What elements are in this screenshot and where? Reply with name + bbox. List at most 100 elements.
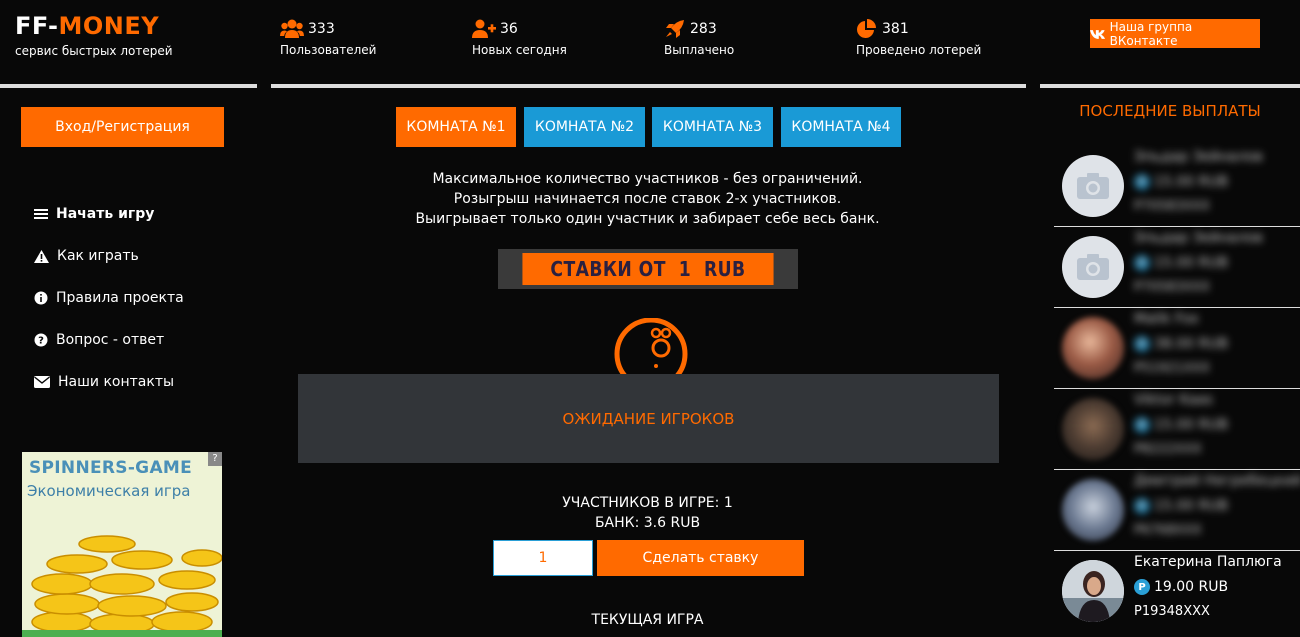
avatar [1062, 560, 1124, 622]
rule-start-condition: Розыгрыш начинается после ставок 2-х уча… [453, 191, 842, 207]
avatar [1062, 479, 1124, 541]
bars-icon [34, 209, 48, 219]
payeer-icon: P [1134, 579, 1150, 595]
payout-account: P19348XXX [1134, 604, 1210, 619]
payout-amount-row: P 15.00 RUB [1134, 174, 1228, 190]
stat-value: 36 [500, 21, 518, 37]
rule-winner: Выигрывает только один участник и забира… [415, 211, 880, 227]
stat-lotteries: 381 Проведено лотерей [856, 16, 981, 57]
rule-max-participants: Максимальное количество участников - без… [432, 171, 863, 187]
payout-name: Дмитрий Негребецкий [1134, 473, 1300, 489]
warning-icon [34, 249, 49, 263]
envelope-icon [34, 376, 50, 388]
payout-item: Viktor Kaas P 15.00 RUB P8222XXX [1054, 390, 1300, 470]
vk-group-button[interactable]: Наша группа ВКонтакте [1090, 19, 1260, 48]
coins-illustration [22, 535, 222, 637]
stat-label: Проведено лотерей [856, 43, 982, 57]
payout-amount: 38.00 RUB [1154, 336, 1229, 352]
payout-amount: 19.00 RUB [1154, 579, 1229, 595]
payout-account: P8222XXX [1134, 442, 1202, 457]
stat-paid-out: 283 Выплачено [664, 16, 734, 57]
payout-name: Malik Fox [1134, 311, 1199, 327]
login-register-button[interactable]: Вход/Регистрация [21, 107, 224, 147]
user-photo [1062, 560, 1124, 622]
menu-item-label: Вопрос - ответ [56, 332, 165, 348]
menu-item-contacts[interactable]: Наши контакты [34, 372, 174, 392]
stakes-banner-text: СТАВКИ ОТ 1 RUB [522, 253, 774, 285]
bet-amount-input[interactable] [493, 540, 593, 576]
logo-part2: MONEY [58, 12, 160, 40]
recent-payouts-title: ПОСЛЕДНИЕ ВЫПЛАТЫ [1079, 102, 1261, 120]
payout-amount-row: P 38.00 RUB [1134, 336, 1228, 352]
menu-item-label: Начать игру [56, 206, 155, 222]
game-status-panel: ОЖИДАНИЕ ИГРОКОВ [298, 374, 999, 463]
payeer-icon: P [1134, 174, 1150, 190]
payout-amount-row: P 19.00 RUB [1134, 579, 1228, 595]
payout-item: Эльдар Зейналов P 15.00 RUB P70583XXX [1054, 147, 1300, 227]
vk-button-label: Наша группа ВКонтакте [1109, 19, 1193, 48]
svg-text:?: ? [38, 336, 44, 347]
users-icon [280, 19, 304, 38]
tab-room-1[interactable]: КОМНАТА №1 [396, 107, 516, 147]
payout-account: P51921XXX [1134, 361, 1210, 376]
tab-room-3[interactable]: КОМНАТА №3 [652, 107, 773, 147]
site-logo[interactable]: FF-MONEY [15, 12, 159, 40]
logo-part1: FF- [15, 12, 59, 40]
menu-item-label: Правила проекта [56, 290, 184, 306]
loading-timer-icon [614, 318, 688, 378]
payout-name: Эльдар Зейналов [1134, 230, 1263, 246]
payout-amount: 15.00 RUB [1154, 174, 1229, 190]
stat-value: 333 [308, 21, 335, 37]
menu-item-start-game[interactable]: Начать игру [34, 204, 154, 224]
ad-info-badge[interactable]: ? [208, 452, 222, 466]
current-game-title: ТЕКУЩАЯ ИГРА [591, 612, 704, 628]
menu-item-rules[interactable]: Правила проекта [34, 288, 184, 308]
payout-amount: 15.00 RUB [1154, 417, 1229, 433]
menu-item-faq[interactable]: ? Вопрос - ответ [34, 330, 164, 350]
ad-subtitle: Экономическая игра [27, 482, 191, 500]
menu-item-label: Наши контакты [58, 374, 175, 390]
info-icon [34, 291, 48, 305]
vk-icon [1090, 29, 1106, 39]
payeer-icon: P [1134, 417, 1150, 433]
payout-name: Эльдар Зейналов [1134, 149, 1263, 165]
game-status-text: ОЖИДАНИЕ ИГРОКОВ [562, 409, 735, 428]
payout-item: Эльдар Зейналов P 15.00 RUB P70583XXX [1054, 228, 1300, 308]
stat-value: 283 [690, 21, 717, 37]
participants-count: УЧАСТНИКОВ В ИГРЕ: 1 [562, 495, 733, 511]
payout-amount-row: P 15.00 RUB [1134, 255, 1228, 271]
stat-label: Новых сегодня [472, 43, 567, 57]
payout-account: P70583XXX [1134, 199, 1210, 214]
question-icon: ? [34, 333, 48, 347]
menu-item-label: Как играть [57, 248, 139, 264]
center-column-border [271, 84, 1026, 88]
avatar [1062, 155, 1124, 217]
spinners-game-ad-banner[interactable]: SPINNERS-GAME Экономическая игра ? [22, 452, 222, 637]
payout-amount: 15.00 RUB [1154, 498, 1229, 514]
stat-label: Пользователей [280, 43, 377, 57]
avatar [1062, 398, 1124, 460]
stat-new-today: 36 Новых сегодня [472, 16, 567, 57]
site-tagline: сервис быстрых лотерей [15, 44, 173, 58]
tab-room-4[interactable]: КОМНАТА №4 [781, 107, 901, 147]
camera-icon [1077, 254, 1109, 280]
payout-item: Дмитрий Негребецкий P 15.00 RUB P6768XXX [1054, 471, 1300, 551]
stat-label: Выплачено [664, 43, 735, 57]
payeer-icon: P [1134, 498, 1150, 514]
user-plus-icon [472, 19, 496, 38]
camera-icon [1077, 173, 1109, 199]
payout-amount-row: P 15.00 RUB [1134, 417, 1228, 433]
menu-item-how-to-play[interactable]: Как играть [34, 246, 139, 266]
payeer-icon: P [1134, 336, 1150, 352]
payout-account: P70583XXX [1134, 280, 1210, 295]
avatar [1062, 236, 1124, 298]
place-bet-button[interactable]: Сделать ставку [597, 540, 804, 576]
payeer-icon: P [1134, 255, 1150, 271]
payout-item: Екатерина Паплюга P 19.00 RUB P19348XXX [1054, 552, 1300, 637]
tab-room-2[interactable]: КОМНАТА №2 [524, 107, 645, 147]
ad-title: SPINNERS-GAME [29, 458, 193, 478]
left-column-border [0, 84, 257, 88]
stat-users: 333 Пользователей [280, 16, 376, 57]
stakes-banner: СТАВКИ ОТ 1 RUB [498, 249, 798, 289]
payout-account: P6768XXX [1134, 523, 1202, 538]
